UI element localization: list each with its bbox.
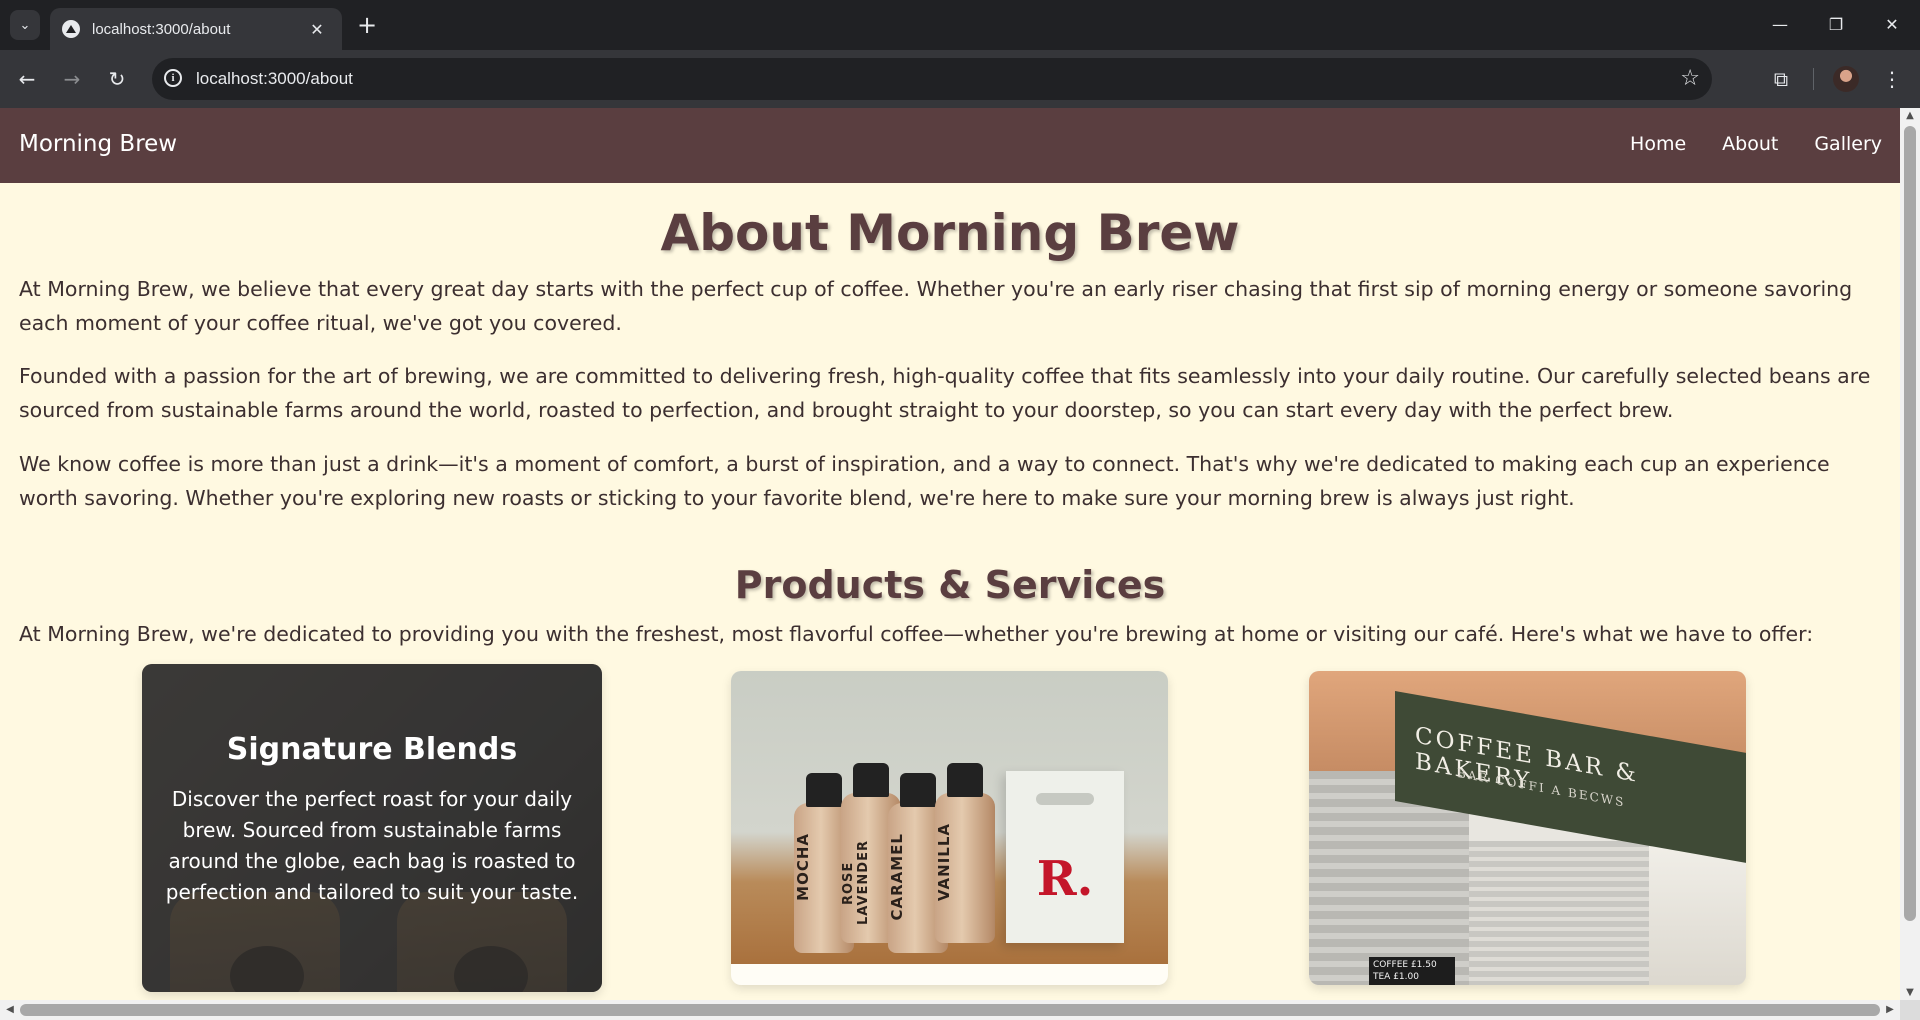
products-intro: At Morning Brew, we're dedicated to prov… [19,622,1814,646]
puzzle-icon[interactable]: ⧉ [1764,62,1798,96]
scrollbar-corner [1900,1000,1920,1020]
window-controls: — ❐ ✕ [1752,0,1920,50]
nav-link-gallery[interactable]: Gallery [1814,133,1882,155]
page-title: About Morning Brew [660,204,1240,262]
about-paragraph: We know coffee is more than just a drink… [19,452,1830,510]
product-card-cafe[interactable]: COFFEE BAR & BAKERY BAR COFFI A BECWS CO… [1309,671,1746,985]
about-paragraph: At Morning Brew, we believe that every g… [19,277,1853,335]
toolbar-divider [1813,68,1814,90]
price-board: COFFEE £1.50 TEA £1.00 [1369,957,1455,985]
bottle: VANILLA [935,763,995,943]
scroll-down-icon[interactable]: ▼ [1900,987,1920,998]
star-icon[interactable]: ☆ [1680,66,1700,91]
product-card-signature-blends[interactable]: Signature Blends Discover the perfect ro… [142,664,602,992]
chevron-down-icon[interactable]: ⌄ [10,10,40,40]
cafe-shutter [1469,841,1649,985]
nav-links: Home About Gallery [1594,133,1882,155]
scroll-left-icon[interactable]: ◀ [0,1004,20,1015]
bottle-carrier: R. [1006,771,1124,943]
scroll-up-icon[interactable]: ▲ [1900,110,1920,121]
close-icon[interactable]: ✕ [308,20,326,39]
about-paragraph: Founded with a passion for the art of br… [19,364,1871,422]
horizontal-scroll-thumb[interactable] [20,1004,1880,1016]
kebab-menu-icon[interactable]: ⋮ [1875,62,1909,96]
carrier-logo: R. [1036,851,1094,907]
horizontal-scrollbar[interactable]: ◀ ▶ [0,1000,1900,1020]
browser-tab[interactable]: localhost:3000/about ✕ [50,8,342,50]
card-title: Signature Blends [226,732,518,767]
nav-link-about[interactable]: About [1722,133,1778,155]
card-description: Discover the perfect roast for your dail… [165,787,579,904]
section-title: Products & Services [734,563,1166,607]
brand-logo[interactable]: Morning Brew [19,131,177,157]
product-card-bottled-coffee[interactable]: MOCHA ROSE LAVENDER CARAMEL VANILLA R. [731,671,1168,985]
url-text[interactable]: localhost:3000/about [196,69,353,89]
vertical-scrollbar[interactable]: ▲ ▼ [1900,108,1920,1000]
arrow-left-icon[interactable]: ← [10,62,44,96]
reload-icon[interactable]: ↻ [100,62,134,96]
bottled-coffee-image: MOCHA ROSE LAVENDER CARAMEL VANILLA R. [731,671,1168,964]
favicon-icon [62,20,80,38]
browser-tab-strip: ⌄ localhost:3000/about ✕ + — ❐ ✕ [0,0,1920,50]
minimize-button[interactable]: — [1752,0,1808,48]
arrow-right-icon[interactable]: → [55,62,89,96]
bottle-label: VANILLA [935,823,953,902]
browser-toolbar: ← → ↻ i localhost:3000/about ☆ ⧉ ⋮ [0,50,1920,108]
vertical-scroll-thumb[interactable] [1904,126,1916,921]
tab-title: localhost:3000/about [92,20,231,38]
address-bar[interactable]: i localhost:3000/about ☆ [152,58,1712,100]
page-viewport: Morning Brew Home About Gallery About Mo… [0,108,1900,1000]
info-icon[interactable]: i [164,69,182,87]
site-navbar: Morning Brew Home About Gallery [0,108,1900,183]
scroll-right-icon[interactable]: ▶ [1880,1004,1900,1015]
nav-link-home[interactable]: Home [1630,133,1686,155]
restore-button[interactable]: ❐ [1808,0,1864,48]
plus-icon[interactable]: + [352,10,382,40]
window-close-button[interactable]: ✕ [1864,0,1920,48]
avatar[interactable] [1833,66,1859,92]
